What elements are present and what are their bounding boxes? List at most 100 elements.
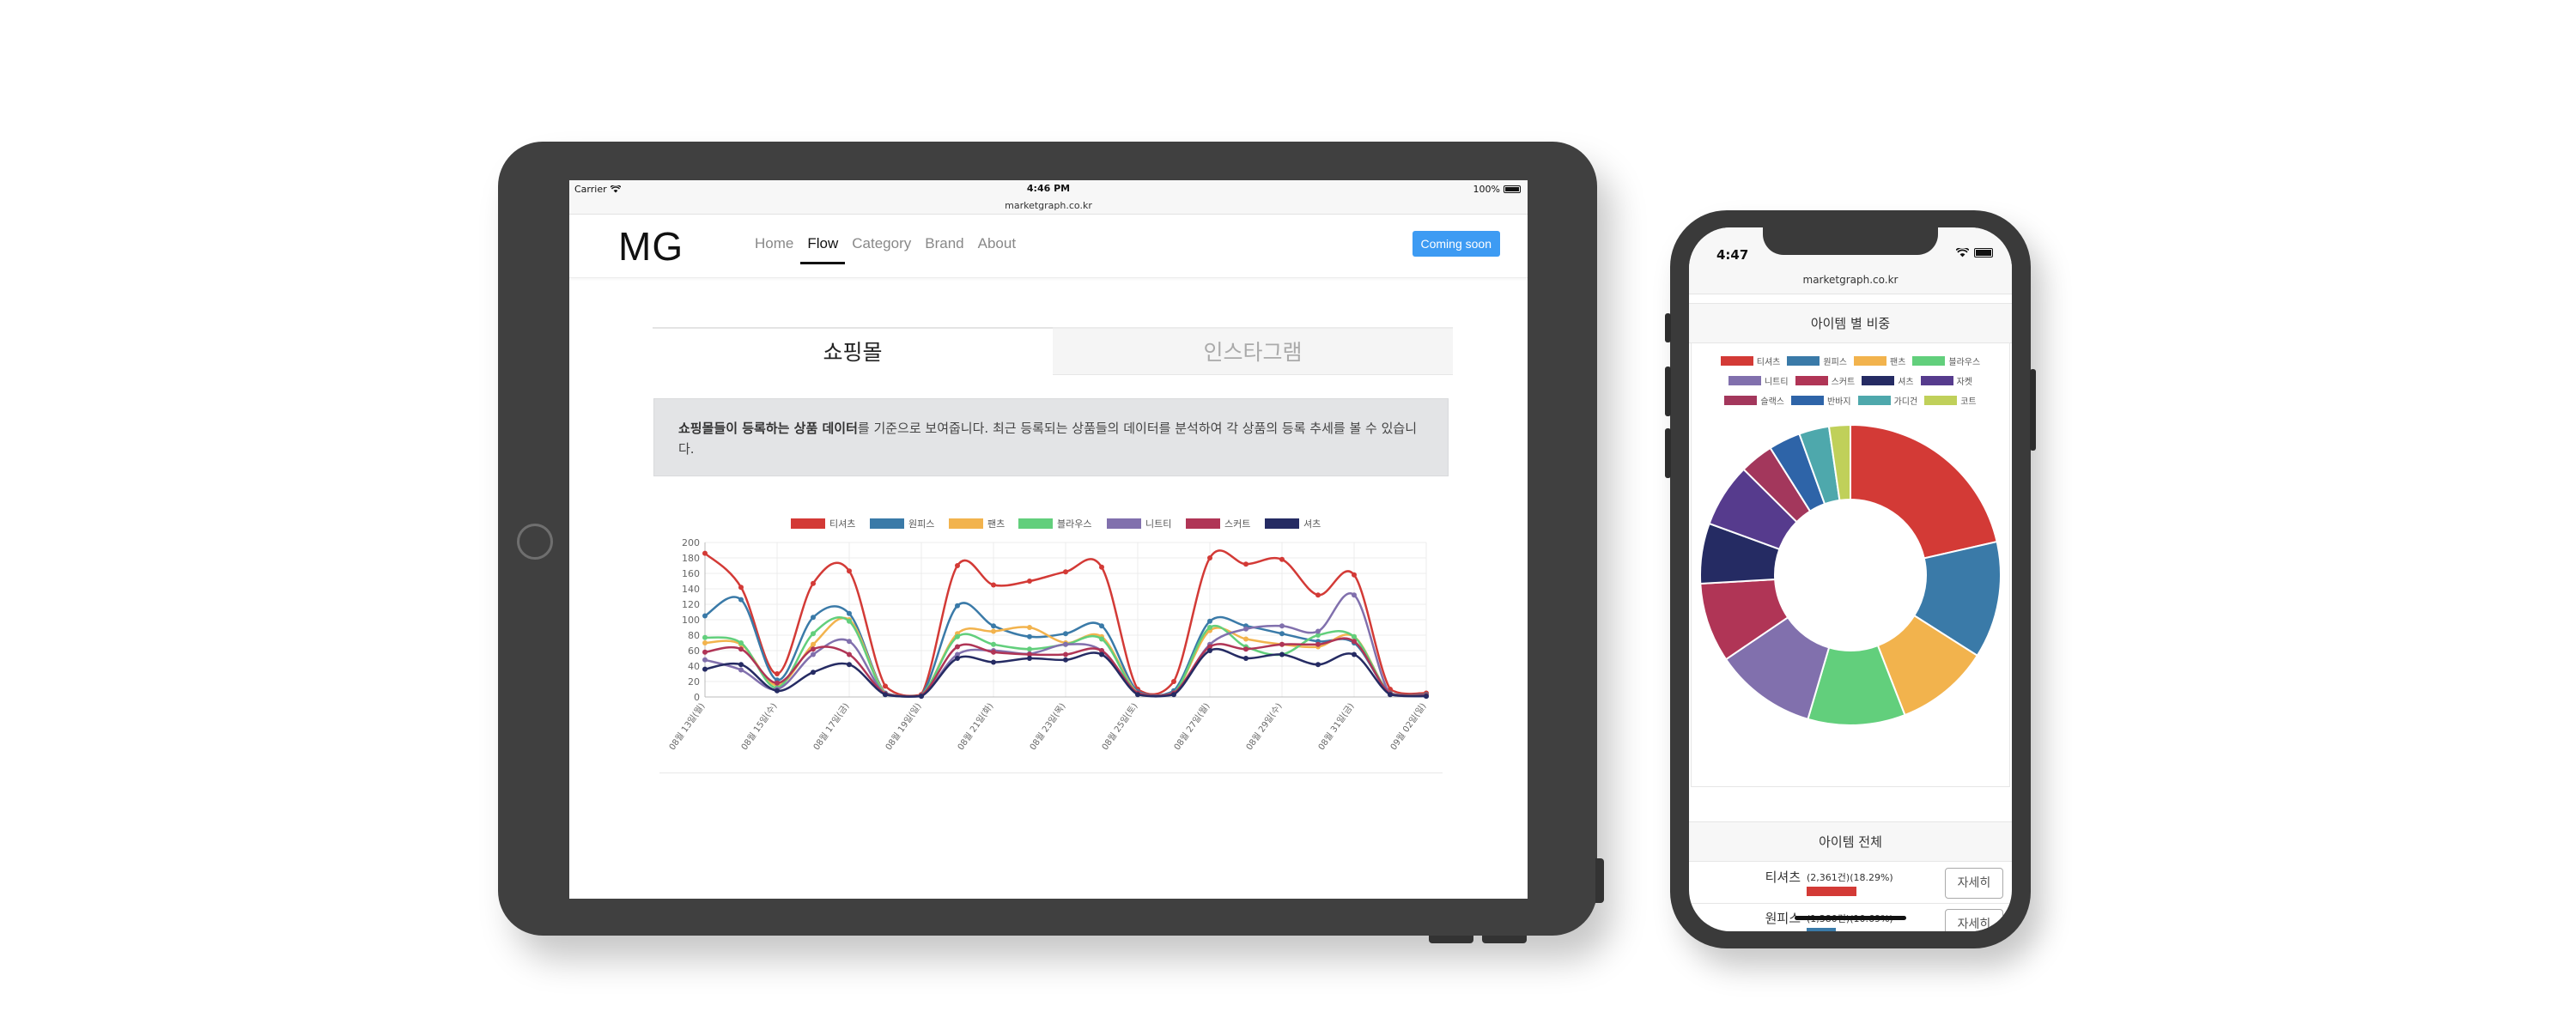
detail-button[interactable]: 자세히 bbox=[1945, 868, 2003, 899]
data-point bbox=[775, 671, 780, 676]
data-point bbox=[1063, 657, 1068, 663]
nav-flow[interactable]: Flow bbox=[800, 233, 846, 264]
y-tick-label: 100 bbox=[682, 615, 700, 626]
phone-mute-switch bbox=[1665, 313, 1671, 342]
phone-url-bar[interactable]: marketgraph.co.kr bbox=[1689, 272, 2012, 294]
nav-links: Home Flow Category Brand About bbox=[748, 233, 1023, 264]
data-point bbox=[1027, 656, 1032, 661]
nav-home[interactable]: Home bbox=[748, 233, 800, 264]
tab-shoppingmall[interactable]: 쇼핑몰 bbox=[653, 327, 1053, 375]
data-point bbox=[1279, 641, 1285, 647]
info-bold-text: 쇼핑몰들이 등록하는 상품 데이터 bbox=[678, 421, 858, 436]
data-point bbox=[883, 683, 888, 689]
pie-legend-row: 티셔츠 원피스 팬츠 블라우스 bbox=[1696, 354, 2005, 367]
data-point bbox=[991, 659, 996, 665]
item-stat: (2,361건)(18.29%) bbox=[1807, 872, 1893, 883]
battery-indicator: 100% bbox=[1473, 184, 1521, 195]
data-point bbox=[991, 582, 996, 588]
site-logo[interactable]: MG bbox=[618, 223, 683, 270]
pie-card-title: 아이템 별 비중 bbox=[1689, 303, 2012, 343]
tablet-side-button bbox=[1595, 858, 1604, 903]
data-point bbox=[1279, 651, 1285, 657]
data-point bbox=[919, 694, 924, 700]
legend-label: 블라우스 bbox=[1948, 358, 1981, 367]
data-point bbox=[775, 688, 780, 694]
data-point bbox=[1099, 636, 1104, 642]
item-share-bar bbox=[1807, 928, 1836, 931]
tab-instagram[interactable]: 인스타그램 bbox=[1053, 327, 1453, 375]
chart-divider bbox=[659, 772, 1443, 773]
data-point bbox=[1243, 561, 1249, 567]
phone-power-button bbox=[2030, 369, 2036, 451]
data-point bbox=[1207, 625, 1212, 630]
data-point bbox=[1315, 662, 1321, 668]
x-tick-label: 08월 29일(수) bbox=[1244, 701, 1285, 752]
legend-label: 셔츠 bbox=[1898, 378, 1914, 387]
line-chart-svg: 티셔츠 원피스 팬츠 블라우스 니트티 스커트 셔츠 0 20 40 60 80 100 120 140 16… bbox=[667, 518, 1429, 752]
tablet-volume-button bbox=[1429, 936, 1473, 943]
data-point bbox=[1352, 651, 1357, 657]
x-tick-label: 08월 31일(금) bbox=[1316, 701, 1357, 752]
legend-swatch bbox=[1728, 376, 1761, 385]
legend-swatch bbox=[1854, 356, 1886, 366]
data-point bbox=[955, 644, 960, 650]
data-point bbox=[1315, 641, 1321, 647]
pie-legend-item: 셔츠 bbox=[1862, 374, 1914, 387]
nav-brand[interactable]: Brand bbox=[918, 233, 970, 264]
pie-legend-item: 가디건 bbox=[1857, 394, 1917, 407]
data-point bbox=[991, 649, 996, 655]
y-tick-label: 120 bbox=[682, 599, 700, 610]
url-bar[interactable]: marketgraph.co.kr bbox=[569, 200, 1528, 215]
legend-swatch bbox=[1912, 356, 1946, 366]
info-box: 쇼핑몰들이 등록하는 상품 데이터를 기준으로 보여줍니다. 최근 등록되는 상… bbox=[653, 398, 1449, 476]
data-point bbox=[1171, 679, 1176, 684]
item-share-donut-chart bbox=[1696, 421, 2005, 730]
data-point bbox=[991, 628, 996, 634]
data-point bbox=[738, 646, 744, 652]
wifi-icon bbox=[1956, 248, 1969, 258]
data-point bbox=[955, 563, 960, 568]
data-point bbox=[1027, 579, 1032, 584]
phone-volume-down bbox=[1665, 428, 1671, 478]
x-tick-label: 09월 02일(일) bbox=[1388, 701, 1429, 752]
home-indicator[interactable] bbox=[1795, 916, 1906, 920]
x-tick-label: 08월 23일(목) bbox=[1028, 701, 1068, 752]
legend-swatch bbox=[870, 518, 904, 529]
data-point bbox=[811, 646, 816, 652]
battery-icon bbox=[1504, 185, 1521, 193]
y-tick-label: 80 bbox=[688, 630, 700, 641]
item-name: 티셔츠 bbox=[1765, 869, 1801, 885]
data-point bbox=[738, 597, 744, 603]
phone-screen: 4:47 marketgraph.co.kr 아이템 별 비중 티셔츠 원피스 팬츠… bbox=[1689, 227, 2012, 931]
all-items-title: 아이템 전체 bbox=[1689, 821, 2012, 862]
legend-label: 자켓 bbox=[1956, 378, 1973, 387]
data-point bbox=[1243, 636, 1249, 642]
battery-icon bbox=[1974, 248, 1993, 258]
data-point bbox=[702, 657, 708, 663]
legend-swatch bbox=[1107, 518, 1141, 529]
phone-device: 4:47 marketgraph.co.kr 아이템 별 비중 티셔츠 원피스 팬츠… bbox=[1665, 210, 2036, 948]
coming-soon-button[interactable]: Coming soon bbox=[1412, 231, 1500, 257]
data-point bbox=[1388, 692, 1393, 698]
data-point bbox=[1279, 631, 1285, 637]
pie-legend-item: 스커트 bbox=[1795, 374, 1855, 387]
legend-swatch bbox=[1186, 518, 1220, 529]
y-tick-label: 160 bbox=[682, 568, 700, 579]
pie-legend-item: 코트 bbox=[1924, 394, 1977, 407]
legend-label: 스커트 bbox=[1224, 518, 1250, 530]
phone-status-time: 4:47 bbox=[1716, 247, 1749, 263]
nav-category[interactable]: Category bbox=[845, 233, 918, 264]
legend-label: 니트티 bbox=[1145, 518, 1171, 530]
legend-label: 셔츠 bbox=[1303, 518, 1321, 530]
data-point bbox=[811, 651, 816, 657]
x-tick-label: 08월 13일(월) bbox=[667, 701, 708, 752]
legend-label: 원피스 bbox=[908, 518, 934, 530]
detail-button[interactable]: 자세히 bbox=[1945, 909, 2003, 931]
nav-about[interactable]: About bbox=[971, 233, 1023, 264]
legend-swatch bbox=[1265, 518, 1299, 529]
data-point bbox=[1243, 646, 1249, 652]
phone-notch bbox=[1763, 227, 1938, 255]
data-point bbox=[1315, 592, 1321, 598]
tablet-home-button[interactable] bbox=[517, 524, 553, 560]
data-point bbox=[991, 641, 996, 647]
